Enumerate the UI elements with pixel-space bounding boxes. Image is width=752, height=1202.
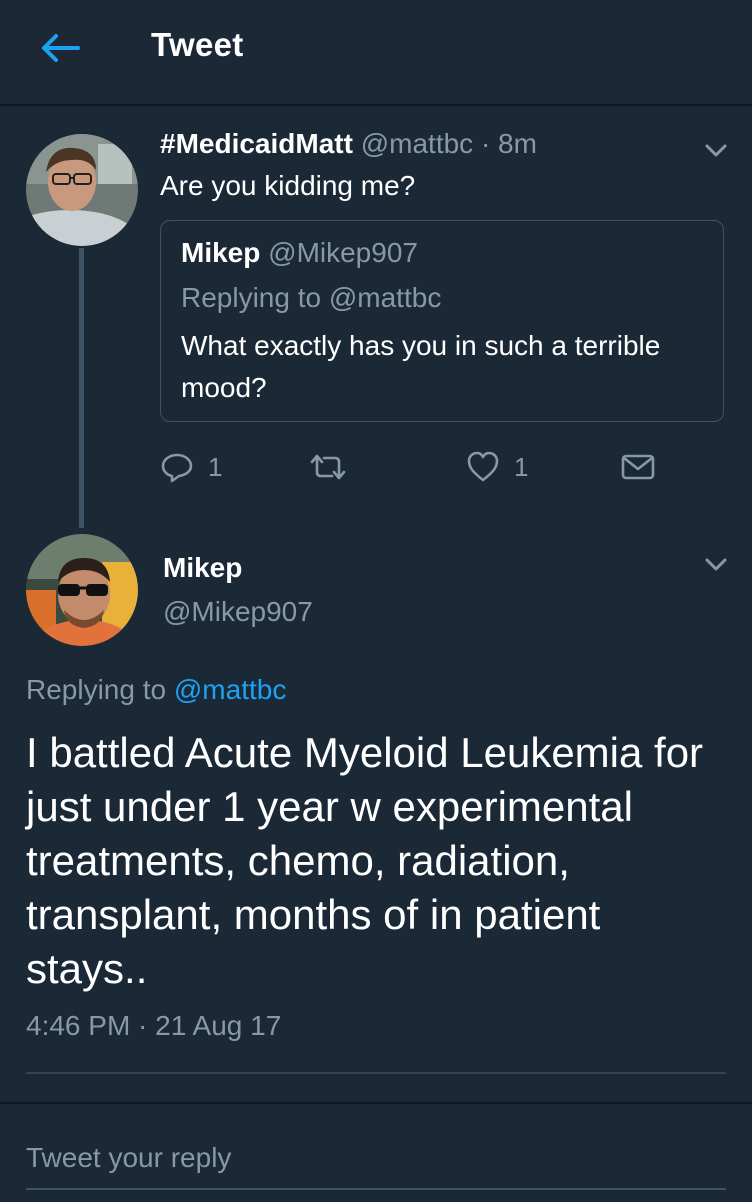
reply-icon xyxy=(161,453,193,483)
display-name[interactable]: Mikep xyxy=(163,552,242,584)
quoted-tweet-text: What exactly has you in such a terrible … xyxy=(181,330,661,403)
retweet-button[interactable] xyxy=(306,448,350,486)
quoted-tweet[interactable]: Mikep @Mikep907 Replying to @mattbc What… xyxy=(160,220,724,422)
avatar-image xyxy=(26,534,138,646)
tweet-menu-button[interactable] xyxy=(702,554,730,574)
tweet-timestamp: 4:46 PM · 21 Aug 17 xyxy=(26,1010,282,1041)
quoted-display-name: Mikep xyxy=(181,237,261,268)
divider xyxy=(26,1072,726,1074)
like-icon xyxy=(467,451,499,482)
reply-button[interactable]: 1 xyxy=(160,448,222,486)
top-bar: Tweet xyxy=(0,0,752,106)
back-button[interactable] xyxy=(36,28,84,68)
retweet-icon xyxy=(310,454,346,480)
tweet-text: Are you kidding me? xyxy=(160,170,416,201)
avatar[interactable] xyxy=(26,534,138,646)
replying-to-link[interactable]: @mattbc xyxy=(174,674,286,705)
avatar-image xyxy=(26,134,138,246)
reply-input[interactable] xyxy=(26,1128,726,1190)
tweet-header: #MedicaidMatt @mattbc · 8m xyxy=(160,128,537,160)
quoted-handle: @Mikep907 xyxy=(268,237,418,268)
direct-message-button[interactable] xyxy=(620,448,656,486)
tweet-text: I battled Acute Myeloid Leukemia for jus… xyxy=(26,729,704,992)
handle[interactable]: @Mikep907 xyxy=(163,596,313,628)
page-title: Tweet xyxy=(151,26,244,63)
chevron-down-icon xyxy=(705,558,727,571)
avatar[interactable] xyxy=(26,134,138,246)
chevron-down-icon xyxy=(705,144,727,157)
display-name[interactable]: #MedicaidMatt xyxy=(160,128,353,159)
replying-to-label: Replying to xyxy=(26,674,167,705)
reply-bar xyxy=(0,1102,752,1202)
quoted-replying-to: Replying to @mattbc xyxy=(181,282,442,313)
like-button[interactable]: 1 xyxy=(466,448,528,486)
quoted-tweet-header: Mikep @Mikep907 xyxy=(181,237,418,269)
like-count: 1 xyxy=(514,451,529,482)
handle[interactable]: @mattbc xyxy=(361,128,473,159)
back-arrow-icon xyxy=(42,34,80,62)
replying-to: Replying to @mattbc xyxy=(26,674,286,706)
tweet-time: · 8m xyxy=(480,128,537,159)
thread-connector-line xyxy=(79,248,84,528)
reply-count: 1 xyxy=(208,451,223,482)
message-icon xyxy=(621,454,655,480)
tweet-menu-button[interactable] xyxy=(702,140,730,160)
